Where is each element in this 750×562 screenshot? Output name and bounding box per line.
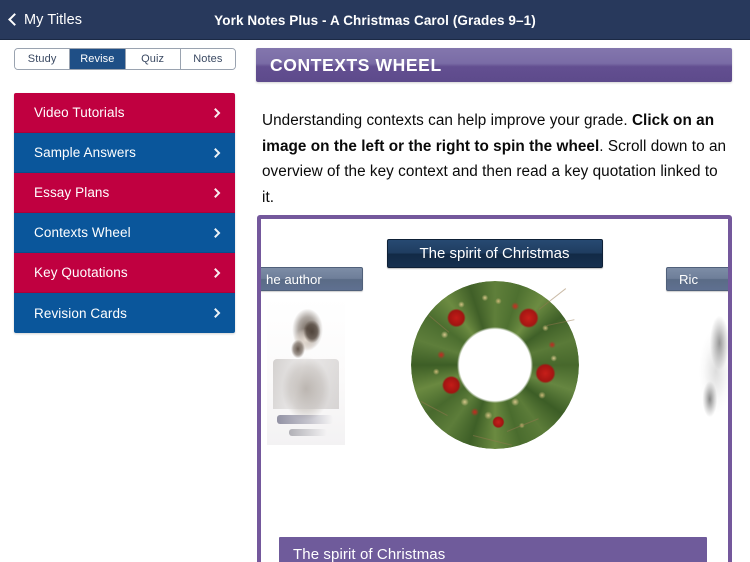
- tab-study[interactable]: Study: [15, 49, 71, 69]
- portrait-body: [273, 359, 339, 409]
- charles-dickens-portrait-image[interactable]: [267, 297, 345, 445]
- sidebar-item-label: Revision Cards: [34, 305, 127, 321]
- context-caption-text: The spirit of Christmas: [293, 545, 446, 562]
- portrait-signature: [277, 415, 333, 424]
- wreath-ring: [410, 281, 579, 449]
- back-button-label: My Titles: [24, 12, 83, 28]
- sidebar-item-label: Key Quotations: [34, 265, 128, 280]
- wheel-label-left[interactable]: he author: [261, 267, 363, 291]
- chevron-right-icon: [210, 267, 221, 278]
- context-caption-bar: The spirit of Christmas: [279, 537, 707, 562]
- intro-paragraph: Understanding contexts can help improve …: [262, 108, 728, 210]
- sidebar-item-revision-cards[interactable]: Revision Cards: [14, 293, 235, 333]
- intro-text-part-1: Understanding contexts can help improve …: [262, 112, 632, 129]
- chevron-right-icon: [210, 147, 221, 158]
- page-title: York Notes Plus - A Christmas Carol (Gra…: [214, 12, 536, 28]
- sidebar-item-label: Essay Plans: [34, 185, 110, 200]
- chevron-right-icon: [210, 227, 221, 238]
- engraving-figures: [694, 307, 728, 435]
- sidebar-item-key-quotations[interactable]: Key Quotations: [14, 253, 235, 293]
- main-content: CONTEXTS WHEEL Understanding contexts ca…: [256, 48, 732, 562]
- wheel-label-right[interactable]: Ric: [666, 267, 728, 291]
- back-button[interactable]: My Titles: [8, 0, 83, 40]
- tab-notes[interactable]: Notes: [180, 49, 235, 69]
- section-header: CONTEXTS WHEEL: [256, 48, 732, 82]
- mode-tab-bar: Study Revise Quiz Notes: [14, 48, 236, 70]
- tab-quiz[interactable]: Quiz: [125, 49, 181, 69]
- sidebar-item-label: Video Tutorials: [34, 105, 125, 120]
- tab-revise[interactable]: Revise: [70, 49, 126, 69]
- sidebar-item-sample-answers[interactable]: Sample Answers: [14, 133, 235, 173]
- chevron-right-icon: [210, 187, 221, 198]
- wheel-stage[interactable]: The spirit of Christmas he author Ric Th…: [261, 219, 728, 562]
- christmas-wreath-image[interactable]: [410, 281, 579, 449]
- sidebar-item-label: Sample Answers: [34, 145, 136, 160]
- section-menu-sidebar: Video Tutorials Sample Answers Essay Pla…: [14, 93, 235, 333]
- chevron-left-icon: [8, 13, 21, 26]
- app-root: York Notes Plus - A Christmas Carol (Gra…: [0, 0, 750, 562]
- portrait-signature-underline: [289, 429, 327, 436]
- section-header-title: CONTEXTS WHEEL: [270, 54, 442, 75]
- sidebar-item-label: Contexts Wheel: [34, 225, 131, 240]
- victorian-engraving-image[interactable]: [688, 297, 728, 445]
- chevron-right-icon: [210, 107, 221, 118]
- wheel-label-top[interactable]: The spirit of Christmas: [386, 239, 603, 268]
- contexts-wheel-panel: The spirit of Christmas he author Ric Th…: [257, 215, 732, 562]
- top-navigation-bar: York Notes Plus - A Christmas Carol (Gra…: [0, 0, 750, 40]
- chevron-right-icon: [210, 308, 221, 318]
- sidebar-item-contexts-wheel[interactable]: Contexts Wheel: [14, 213, 235, 253]
- sidebar-item-essay-plans[interactable]: Essay Plans: [14, 173, 235, 213]
- sidebar-item-video-tutorials[interactable]: Video Tutorials: [14, 93, 235, 133]
